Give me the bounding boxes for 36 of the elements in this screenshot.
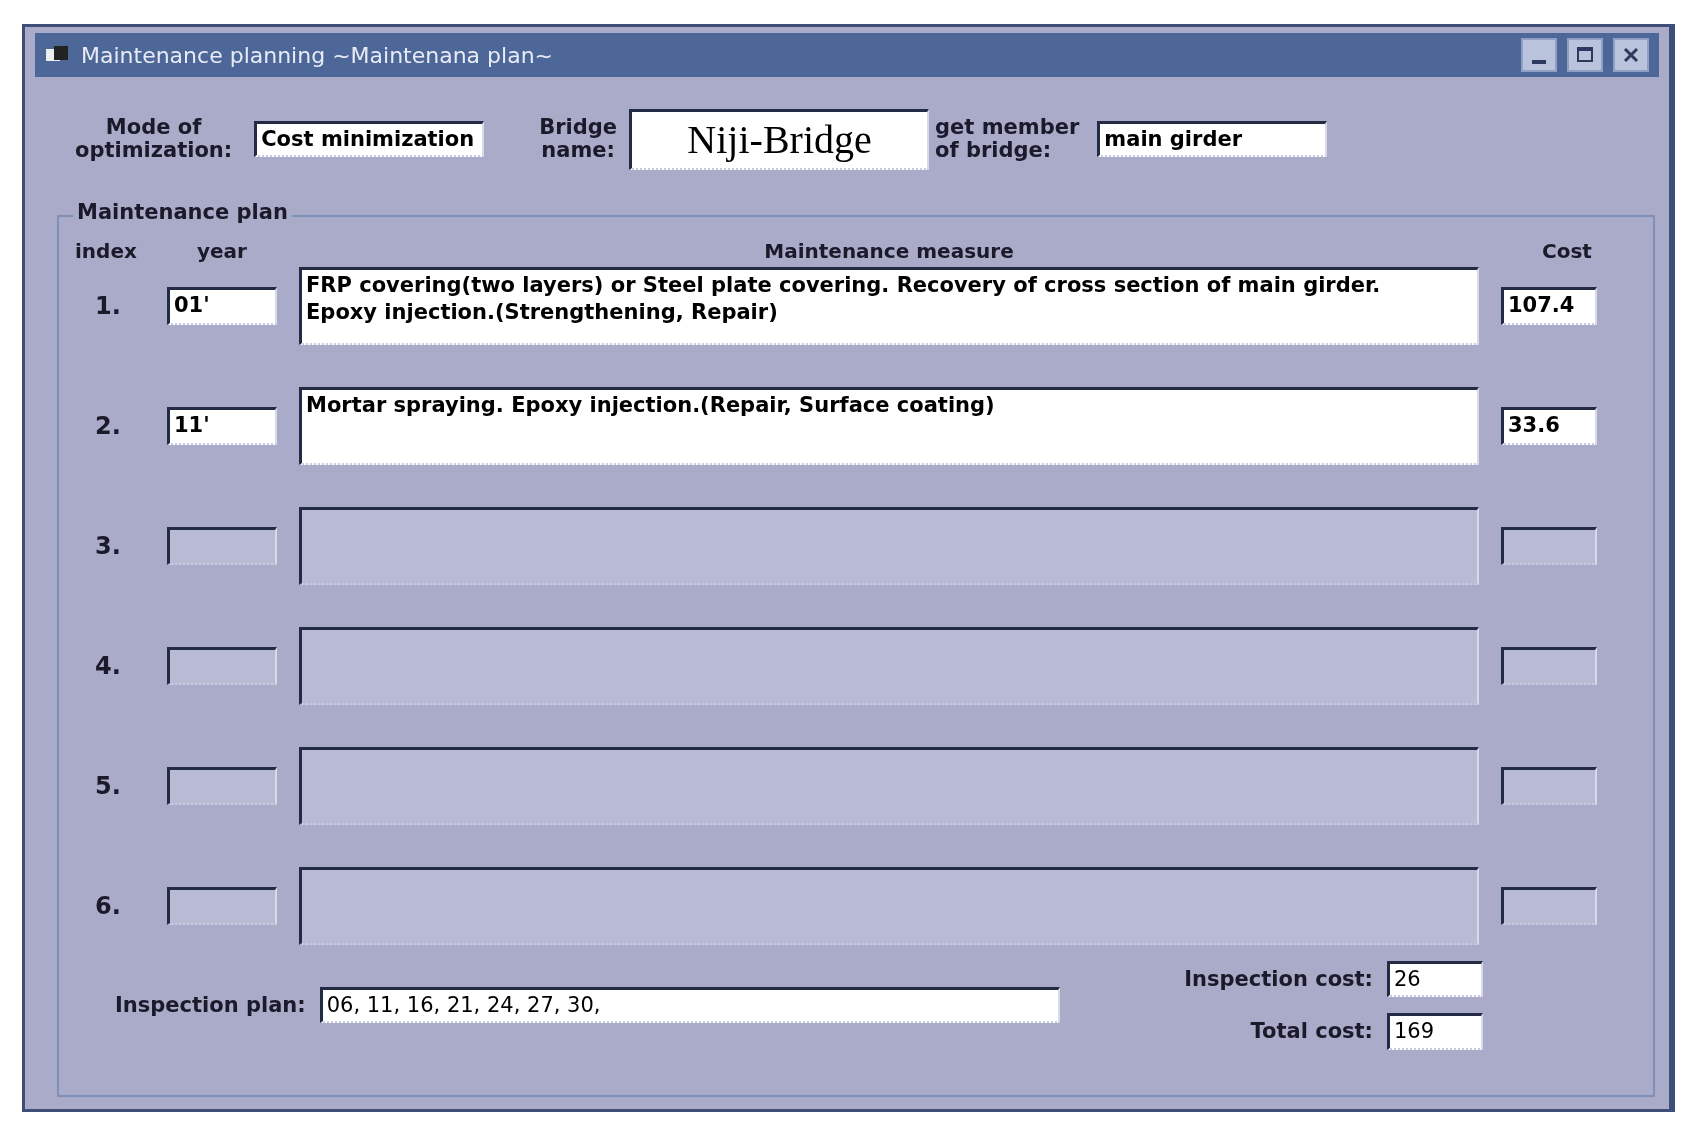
year-field[interactable]: 01' <box>167 287 277 325</box>
column-header: index <box>75 239 138 263</box>
cost-field[interactable]: 107.4 <box>1501 287 1597 325</box>
input-field[interactable]: 06, 11, 16, 21, 24, 27, 30, <box>319 987 1060 1024</box>
row-index: 5. <box>94 772 122 800</box>
group-title: Maintenance plan <box>73 200 292 224</box>
column-header: year <box>196 239 248 263</box>
input-field[interactable]: 26 <box>1387 961 1483 998</box>
column-header: Cost <box>1541 239 1593 263</box>
measure-field[interactable]: Mortar spraying. Epoxy injection.(Repair, Surface coating) <box>299 387 1479 465</box>
column-header: Maintenance measure <box>763 239 1015 263</box>
minimize-button[interactable] <box>1521 38 1557 72</box>
cost-field[interactable]: 33.6 <box>1501 407 1597 445</box>
field-label: Inspection plan: <box>115 993 306 1017</box>
window-title: Maintenance planning ~Maintenana plan~ <box>81 42 555 68</box>
row-index: 6. <box>94 892 122 920</box>
input-field[interactable]: Cost minimization <box>254 120 485 158</box>
maximize-button[interactable] <box>1567 38 1603 72</box>
close-button[interactable] <box>1613 38 1649 72</box>
field-label: Bridge name: <box>539 115 618 163</box>
field-label: Inspection cost: <box>1184 967 1373 991</box>
input-field[interactable]: Niji-Bridge <box>629 108 930 170</box>
measure-field[interactable]: FRP covering(two layers) or Steel plate covering. Recovery of cross section of main girder. Epoxy injection.(Strengthening, Repair) <box>299 267 1479 345</box>
year-field[interactable]: 11' <box>167 407 277 445</box>
row-index: 2. <box>94 412 122 440</box>
field-label: get member of bridge: <box>935 115 1080 163</box>
row-index: 1. <box>94 292 122 320</box>
maximize-icon <box>1575 45 1595 65</box>
input-field[interactable]: main girder <box>1097 120 1328 158</box>
row-index: 4. <box>94 652 122 680</box>
close-icon <box>1621 45 1641 65</box>
minimize-icon <box>1532 60 1546 64</box>
input-field[interactable]: 169 <box>1387 1013 1483 1050</box>
row-index: 3. <box>94 532 122 560</box>
field-label: Mode of optimization: <box>75 115 233 163</box>
field-label: Total cost: <box>1250 1019 1373 1043</box>
